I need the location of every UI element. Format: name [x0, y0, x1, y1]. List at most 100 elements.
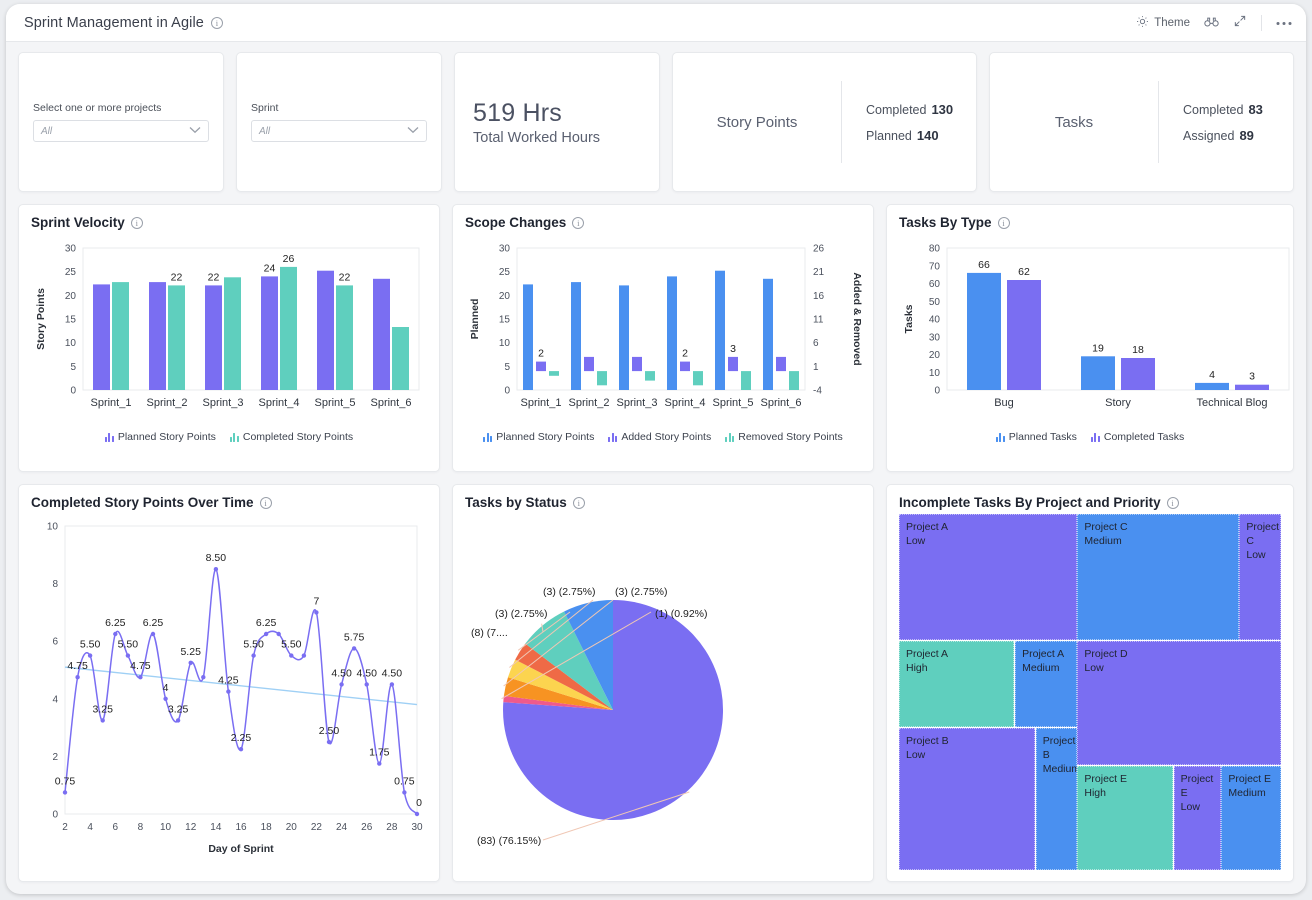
svg-text:(1) (0.92%): (1) (0.92%) — [655, 608, 708, 620]
svg-text:6.25: 6.25 — [143, 617, 164, 629]
svg-text:50: 50 — [929, 297, 941, 308]
svg-text:8: 8 — [138, 822, 144, 833]
svg-text:(3) (2.75%): (3) (2.75%) — [543, 586, 596, 598]
treemap-cell[interactable]: Project DLow — [1077, 641, 1281, 765]
page-title: Sprint Management in Agile — [24, 15, 204, 31]
info-circle-icon[interactable]: i — [1167, 497, 1179, 509]
sprint-velocity-svg: 051015202530Story PointsSprint_122Sprint… — [31, 234, 429, 424]
svg-text:Planned: Planned — [469, 299, 481, 340]
treemap-cell-project: Project C — [1246, 520, 1275, 548]
scope-changes-title: Scope Changes — [465, 215, 566, 230]
chevron-down-icon — [189, 126, 201, 137]
treemap-cell[interactable]: Project CMedium — [1077, 514, 1238, 640]
svg-text:10: 10 — [160, 822, 172, 833]
svg-text:2: 2 — [682, 348, 688, 360]
svg-text:4.75: 4.75 — [130, 660, 151, 672]
svg-text:8: 8 — [52, 579, 58, 590]
svg-text:70: 70 — [929, 261, 941, 272]
treemap-cell[interactable]: Project AHigh — [899, 641, 1014, 726]
legend-item[interactable]: Planned Story Points — [483, 431, 594, 443]
svg-text:20: 20 — [499, 291, 511, 302]
story-points-title: Story Points — [673, 114, 841, 131]
info-circle-icon[interactable]: i — [572, 217, 584, 229]
bar-chart-icon — [608, 433, 617, 442]
treemap-cell-project: Project A — [1022, 647, 1071, 661]
svg-text:30: 30 — [411, 822, 423, 833]
binoculars-icon[interactable] — [1204, 15, 1219, 31]
svg-text:22: 22 — [311, 822, 323, 833]
story-points-planned-row: Planned140 — [866, 128, 953, 143]
story-points-completed-label: Completed — [866, 103, 926, 117]
tasks-values: Completed83 Assigned89 — [1159, 102, 1263, 143]
treemap-cell[interactable]: Project ELow — [1174, 766, 1221, 870]
info-circle-icon[interactable]: i — [260, 497, 272, 509]
svg-text:30: 30 — [499, 244, 511, 255]
svg-text:8.50: 8.50 — [206, 552, 227, 564]
treemap-cell[interactable]: Project CLow — [1239, 514, 1281, 640]
treemap-cell[interactable]: Project EHigh — [1077, 766, 1173, 870]
sprint-filter-select[interactable]: All — [251, 120, 427, 142]
treemap-cell-priority: High — [906, 661, 1008, 675]
svg-text:3: 3 — [1249, 371, 1255, 383]
svg-text:25: 25 — [499, 267, 511, 278]
expand-arrows-icon[interactable] — [1233, 14, 1247, 31]
completed-story-points-card: Completed Story Points Over Time i 02468… — [18, 484, 440, 882]
svg-text:1: 1 — [813, 362, 819, 373]
treemap-cell-project: Project A — [906, 647, 1008, 661]
tasks-by-status-svg: (83) (76.15%)(1) (0.92%)(3) (2.75%)(3) (… — [465, 514, 863, 870]
story-points-completed-value: 130 — [931, 102, 953, 117]
bar-chart-icon — [483, 433, 492, 442]
svg-text:Added & Removed: Added & Removed — [851, 272, 863, 365]
info-circle-icon[interactable]: i — [998, 217, 1010, 229]
legend-item[interactable]: Removed Story Points — [725, 431, 842, 443]
tasks-assigned-label: Assigned — [1183, 129, 1234, 143]
dashboard-body: Select one or more projects All Sprint A… — [6, 42, 1306, 894]
treemap-cell[interactable]: Project BMedium — [1036, 728, 1077, 870]
theme-button[interactable]: Theme — [1136, 15, 1190, 31]
treemap-cell-priority: Low — [1246, 548, 1275, 562]
tasks-completed-value: 83 — [1248, 102, 1262, 117]
info-circle-icon[interactable]: i — [131, 217, 143, 229]
svg-text:4.25: 4.25 — [218, 675, 239, 687]
svg-text:2.50: 2.50 — [319, 725, 340, 737]
treemap-cell[interactable]: Project BLow — [899, 728, 1035, 870]
story-points-card: Story Points Completed 130 Planned140 — [672, 52, 977, 192]
svg-text:18: 18 — [261, 822, 273, 833]
charts-row-1: Sprint Velocity i 051015202530Story Poin… — [18, 204, 1294, 472]
svg-text:2.25: 2.25 — [231, 732, 252, 744]
sprint-velocity-title: Sprint Velocity — [31, 215, 125, 230]
svg-text:Tasks: Tasks — [903, 304, 915, 333]
info-circle-icon[interactable]: i — [211, 17, 223, 29]
dashboard-window: Sprint Management in Agile i Theme — [6, 4, 1306, 894]
legend-item[interactable]: Completed Story Points — [230, 431, 353, 443]
project-filter-value: All — [41, 126, 52, 137]
svg-text:4: 4 — [1209, 369, 1215, 381]
bar-chart-icon — [996, 433, 1005, 442]
treemap-cell[interactable]: Project ALow — [899, 514, 1077, 640]
svg-text:(3) (2.75%): (3) (2.75%) — [495, 608, 548, 620]
ellipsis-icon[interactable] — [1276, 17, 1292, 29]
svg-text:0: 0 — [70, 386, 76, 397]
treemap-cell[interactable]: Project AMedium — [1015, 641, 1077, 726]
svg-text:-4: -4 — [813, 386, 822, 397]
treemap-cell-priority: Low — [1181, 800, 1215, 814]
project-filter-select[interactable]: All — [33, 120, 209, 142]
svg-text:2: 2 — [538, 348, 544, 360]
svg-text:0: 0 — [416, 797, 422, 809]
theme-label: Theme — [1154, 17, 1190, 29]
sprint-velocity-card: Sprint Velocity i 051015202530Story Poin… — [18, 204, 440, 472]
legend-item[interactable]: Completed Tasks — [1091, 431, 1184, 443]
tasks-card: Tasks Completed83 Assigned89 — [989, 52, 1294, 192]
tasks-by-type-svg: 01020304050607080Tasks6662Bug1918Story43… — [899, 234, 1294, 424]
legend-item[interactable]: Added Story Points — [608, 431, 711, 443]
legend-item[interactable]: Planned Story Points — [105, 431, 216, 443]
legend-item[interactable]: Planned Tasks — [996, 431, 1077, 443]
svg-text:26: 26 — [813, 244, 825, 255]
treemap-cell[interactable]: Project EMedium — [1221, 766, 1281, 870]
svg-text:11: 11 — [813, 315, 824, 326]
svg-text:5.50: 5.50 — [281, 639, 302, 651]
info-circle-icon[interactable]: i — [573, 497, 585, 509]
svg-text:0: 0 — [52, 810, 58, 821]
sprint-velocity-legend: Planned Story Points Completed Story Poi… — [31, 431, 427, 443]
svg-text:(8) (7....: (8) (7.... — [471, 627, 508, 639]
